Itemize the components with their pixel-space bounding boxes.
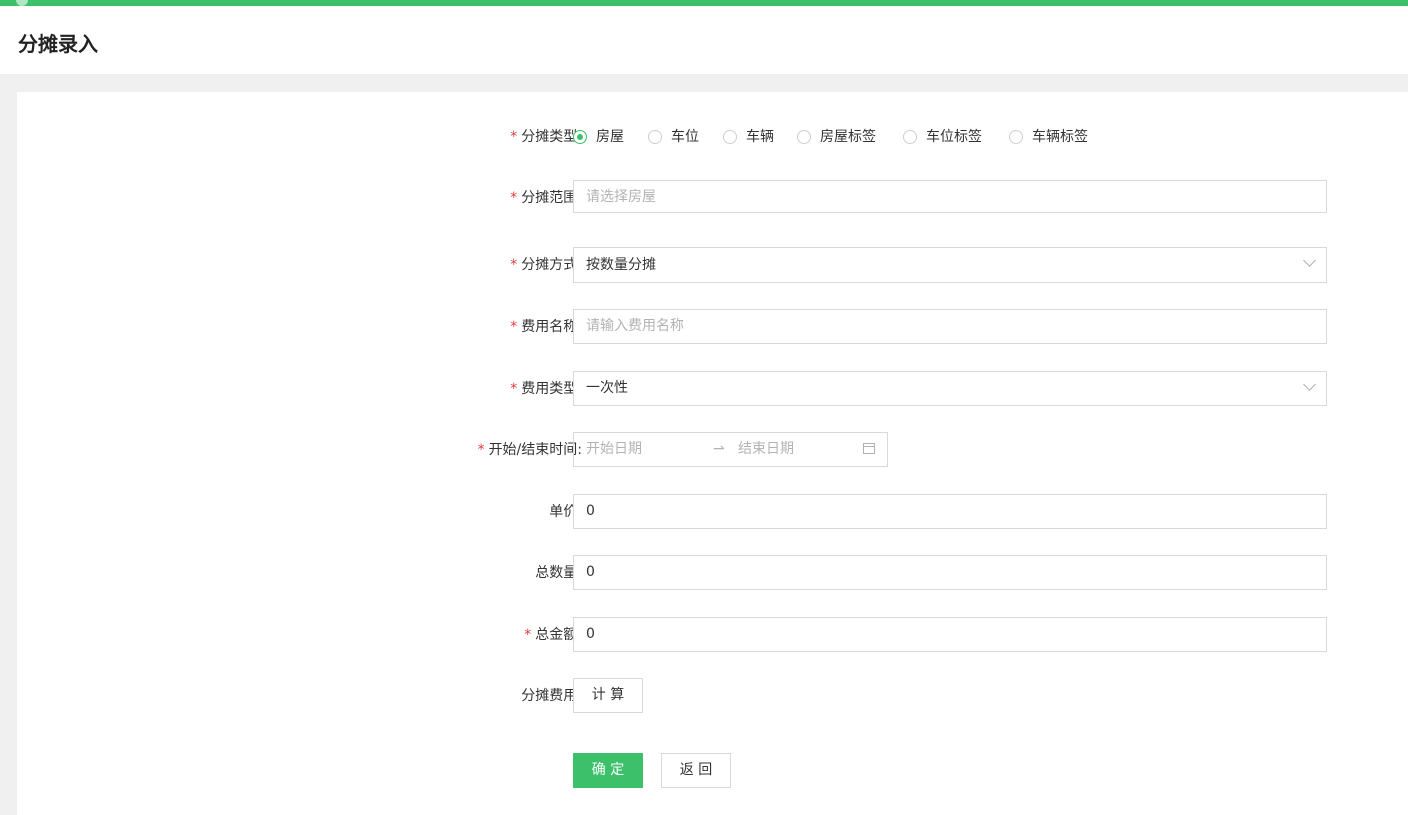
share-method-row: * 分摊方式: 按数量分摊: [17, 247, 1408, 283]
fee-type-row: * 费用类型: 一次性: [17, 371, 1408, 407]
radio-unchecked-icon: [648, 130, 662, 144]
date-range-label: * 开始/结束时间:: [477, 442, 582, 458]
radio-unchecked-icon: [1009, 130, 1023, 144]
fee-name-input[interactable]: 请输入费用名称: [573, 309, 1327, 344]
chevron-down-icon: [1303, 254, 1316, 267]
share-type-row: * 分摊类型: 房屋 车位 车辆 房屋标签 车位标签 车辆标签: [17, 119, 1408, 155]
form-panel: * 分摊类型: 房屋 车位 车辆 房屋标签 车位标签 车辆标签 * 分摊范围: 请选…: [17, 92, 1408, 815]
date-range-arrow-icon: ⇀: [713, 441, 725, 457]
radio-vehicle[interactable]: 车辆: [723, 128, 774, 146]
radio-vehicle-tag[interactable]: 车辆标签: [1009, 128, 1088, 146]
share-range-select[interactable]: 请选择房屋: [573, 180, 1327, 213]
end-date-input[interactable]: 结束日期: [738, 433, 794, 466]
radio-house-tag[interactable]: 房屋标签: [797, 128, 876, 146]
date-range-picker[interactable]: 开始日期 ⇀ 结束日期: [573, 432, 888, 467]
date-range-row: * 开始/结束时间: 开始日期 ⇀ 结束日期: [17, 432, 1408, 468]
total-quantity-row: 总数量: 0: [17, 555, 1408, 591]
share-type-label: * 分摊类型:: [510, 129, 582, 145]
radio-house[interactable]: 房屋: [573, 128, 624, 146]
fee-type-label: * 费用类型:: [510, 381, 582, 397]
page-title: 分摊录入: [18, 32, 98, 56]
fee-name-row: * 费用名称: 请输入费用名称: [17, 309, 1408, 345]
page-header: 分摊录入: [0, 6, 1408, 74]
radio-parking-tag[interactable]: 车位标签: [903, 128, 982, 146]
fee-type-select[interactable]: 一次性: [573, 371, 1327, 406]
unit-price-input[interactable]: 0: [573, 494, 1327, 529]
share-range-label: * 分摊范围:: [510, 190, 582, 206]
calendar-icon: [863, 443, 875, 454]
share-method-label: * 分摊方式:: [510, 257, 582, 273]
radio-checked-icon: [573, 130, 587, 144]
share-fee-row: 分摊费用: 计 算: [17, 678, 1408, 714]
share-method-select[interactable]: 按数量分摊: [573, 247, 1327, 283]
chevron-down-icon: [1303, 378, 1316, 391]
radio-unchecked-icon: [797, 130, 811, 144]
fee-name-label: * 费用名称:: [510, 319, 582, 335]
unit-price-row: 单价: 0: [17, 494, 1408, 530]
back-button[interactable]: 返 回: [661, 753, 731, 788]
start-date-input[interactable]: 开始日期: [586, 433, 642, 466]
radio-parking-space[interactable]: 车位: [648, 128, 699, 146]
share-range-row: * 分摊范围: 请选择房屋: [17, 180, 1408, 216]
radio-unchecked-icon: [723, 130, 737, 144]
calculate-button[interactable]: 计 算: [573, 678, 643, 713]
total-amount-input[interactable]: 0: [573, 617, 1327, 652]
confirm-button[interactable]: 确 定: [573, 753, 643, 788]
radio-unchecked-icon: [903, 130, 917, 144]
total-amount-row: * 总金额: 0: [17, 617, 1408, 653]
total-quantity-input[interactable]: 0: [573, 555, 1327, 590]
